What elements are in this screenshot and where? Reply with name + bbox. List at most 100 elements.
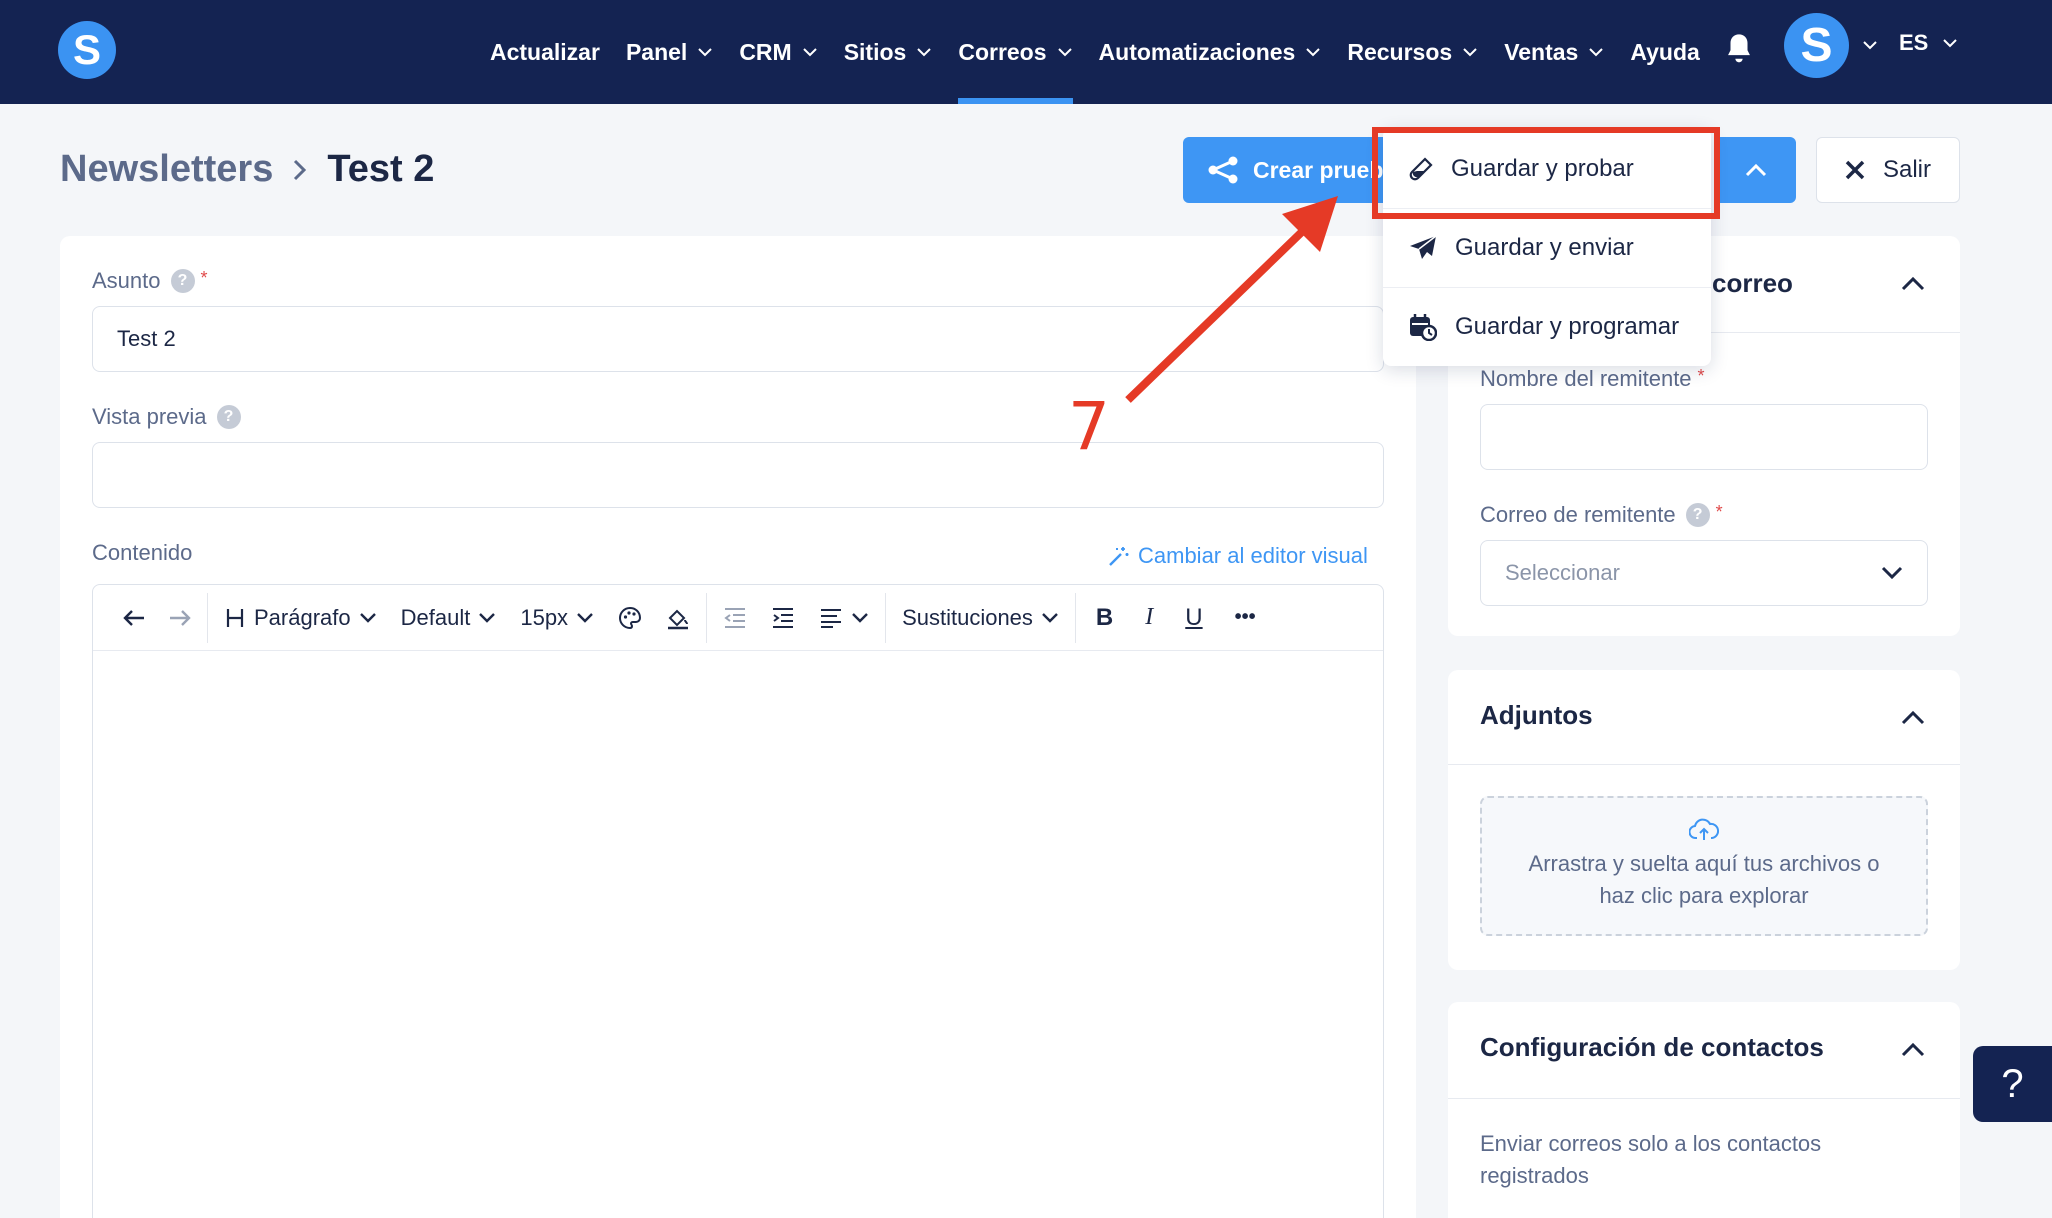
switch-visual-editor-link[interactable]: Cambiar al editor visual [1108,543,1368,569]
chevron-down-icon [802,48,817,57]
subject-label-text: Asunto [92,268,161,293]
contacts-settings-title: Configuración de contactos [1480,1032,1824,1062]
required-marker: * [1715,502,1723,522]
nav-item-recursos[interactable]: Recursos [1347,0,1478,104]
redo-button[interactable] [157,585,203,651]
arrow-right-icon [170,609,191,626]
app-logo[interactable]: S [58,21,116,79]
help-icon[interactable]: ? [1685,503,1710,527]
font-family-value: Default [400,604,471,630]
menu-item-save-and-schedule[interactable]: Guardar y programar [1383,288,1711,366]
chevron-down-icon [917,48,932,57]
nav-item-label: Actualizar [490,38,600,65]
toolbar-divider [706,592,708,643]
substitutions-select[interactable]: Sustituciones [890,585,1071,651]
sender-email-placeholder: Seleccionar [1505,560,1620,585]
heading-icon [226,608,244,627]
chevron-down-icon [577,612,593,623]
bold-button[interactable]: B [1080,585,1129,651]
chevron-down-icon [359,612,376,623]
align-select[interactable] [807,585,881,651]
heading-select[interactable]: Parágrafo [212,585,389,651]
content-label: Contenido [92,540,192,566]
toolbar-divider [885,592,887,643]
chevron-up-icon[interactable] [1900,710,1926,726]
undo-button[interactable] [111,585,157,651]
chevron-down-icon [1057,48,1072,57]
main-nav: Actualizar Panel CRM Sitios Correos Automatiz… [490,0,1700,104]
align-left-icon [821,608,842,628]
help-icon[interactable]: ? [170,269,195,293]
language-selector[interactable]: ES [1899,30,1958,56]
font-family-select[interactable]: Default [389,585,509,651]
nav-item-ventas[interactable]: Ventas [1504,0,1604,104]
nav-item-label: Ayuda [1630,38,1700,65]
chevron-up-icon[interactable] [1900,1042,1926,1058]
outdent-button[interactable] [711,585,759,651]
outdent-icon [724,607,746,628]
chevron-up-icon [1745,163,1767,177]
nav-item-label: Ventas [1504,38,1579,65]
more-options-button[interactable]: ••• [1219,585,1272,651]
chevron-down-icon [1042,612,1058,623]
nav-item-correos[interactable]: Correos [958,0,1073,104]
calendar-clock-icon [1410,314,1437,341]
card-divider [1448,764,1960,765]
subject-value: Test 2 [117,326,176,351]
sender-email-select[interactable]: Seleccionar [1480,540,1928,606]
menu-item-save-and-send[interactable]: Guardar y enviar [1383,209,1711,287]
sender-name-input[interactable] [1480,404,1928,470]
indent-button[interactable] [759,585,807,651]
dropzone-text-line2: haz clic para explorar [1599,883,1809,908]
content-label-text: Contenido [92,540,193,565]
file-dropzone[interactable]: Arrastra y suelta aquí tus archivos o ha… [1480,796,1928,936]
nav-item-actualizar[interactable]: Actualizar [490,0,600,104]
sender-name-label: Nombre del remitente * [1480,366,1705,392]
sender-email-label: Correo de remitente ? * [1480,502,1723,528]
underline-button[interactable]: U [1169,585,1218,651]
font-size-value: 15px [520,604,569,630]
chevron-down-icon [1943,39,1958,48]
nav-item-crm[interactable]: CRM [739,0,817,104]
breadcrumb-newsletters[interactable]: Newsletters [60,148,273,191]
magic-wand-icon [1109,547,1129,566]
menu-item-label: Guardar y programar [1455,313,1680,340]
italic-button[interactable]: I [1129,585,1169,651]
required-marker: * [200,268,208,288]
nav-item-automatizaciones[interactable]: Automatizaciones [1099,0,1322,104]
nav-item-sitios[interactable]: Sitios [844,0,933,104]
nav-item-panel[interactable]: Panel [626,0,713,104]
save-options-toggle[interactable] [1716,137,1796,203]
content-editor[interactable]: Parágrafo Default 15px Sustituciones B I… [92,584,1384,1218]
chevron-up-icon[interactable] [1900,276,1926,292]
toolbar-divider [207,592,208,643]
sender-email-label-text: Correo de remitente [1480,502,1676,527]
subject-label: Asunto ? * [92,268,208,294]
switch-editor-label: Cambiar al editor visual [1138,543,1368,568]
user-avatar[interactable]: S [1784,13,1849,78]
help-icon[interactable]: ? [216,405,241,429]
nav-item-label: Automatizaciones [1098,38,1296,65]
chevron-down-icon[interactable] [1862,40,1878,50]
palette-icon [619,606,642,629]
background-color-button[interactable] [654,585,702,651]
bell-icon[interactable] [1724,32,1754,66]
close-icon [1845,160,1865,180]
floating-help-button[interactable]: ? [1973,1046,2052,1122]
nav-item-label: Correos [958,38,1047,65]
font-size-select[interactable]: 15px [508,585,606,651]
paint-bucket-icon [668,609,689,629]
text-color-button[interactable] [606,585,654,651]
contacts-text-line2: registrados [1480,1163,1589,1188]
subject-input[interactable]: Test 2 [92,306,1384,372]
substitutions-label: Sustituciones [902,604,1033,630]
chevron-right-icon [294,159,307,180]
chevron-down-icon [698,48,713,57]
share-nodes-icon [1208,156,1238,184]
nav-item-ayuda[interactable]: Ayuda [1630,0,1699,104]
preview-input[interactable] [92,442,1384,508]
attachments-card: Adjuntos Arrastra y suelta aquí tus arch… [1448,670,1960,970]
exit-button[interactable]: Salir [1816,137,1960,203]
attachments-title: Adjuntos [1480,700,1593,730]
dropzone-text-line1: Arrastra y suelta aquí tus archivos o [1528,851,1880,876]
